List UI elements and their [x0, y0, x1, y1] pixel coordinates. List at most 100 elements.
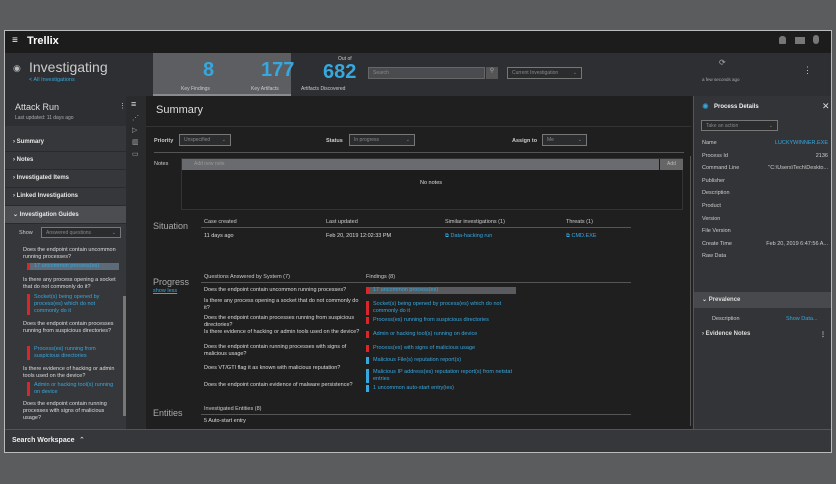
columns-icon[interactable]: ▥ — [132, 138, 139, 146]
question: Does the endpoint contain processes runn… — [204, 315, 355, 328]
search-input[interactable]: Search — [368, 67, 485, 79]
header: ◉ Investigating < All Investigations Sea… — [5, 53, 831, 96]
question: Does VT/GTI flag it as known with malici… — [204, 365, 341, 371]
guide-finding[interactable]: 17 uncommon process(es) — [27, 263, 119, 270]
last-updated: Last updated: 11 days ago — [15, 115, 74, 121]
menu-icon[interactable]: ≡ — [12, 35, 18, 46]
assign-label: Assign to — [512, 138, 538, 144]
graph-icon[interactable]: ⋰ — [132, 114, 139, 122]
view-icons: ≡ ⋰ ▷ ▥ ▭ — [126, 96, 146, 429]
detail-key: Product — [702, 203, 721, 209]
investigation-name: Attack Run — [15, 102, 60, 112]
note-input[interactable]: Add new note — [182, 159, 659, 170]
add-note-button[interactable]: Add — [660, 159, 683, 170]
guide-finding[interactable]: Socket(s) being opened by process(es) wh… — [27, 294, 119, 315]
chevron-up-icon[interactable]: ⌃ — [79, 436, 85, 444]
finding[interactable]: Malicious File(s) reputation report(s) — [366, 357, 516, 364]
close-icon[interactable]: ✕ — [822, 101, 830, 112]
guide-finding[interactable]: Admin or hacking tool(s) running on devi… — [27, 382, 119, 396]
detail-key: Description — [702, 190, 730, 197]
refresh-icon[interactable]: ⟳ — [719, 58, 726, 67]
finding[interactable]: 17 uncommon process(es) — [366, 287, 516, 294]
detail-value[interactable]: LUCKYWINNER.EXE — [775, 140, 828, 146]
search-workspace-bar[interactable]: Search Workspace ⌃ — [5, 429, 831, 452]
entity-row[interactable]: 5 Auto-start entry — [204, 418, 246, 424]
guide-question[interactable]: Is there evidence of hacking or admin to… — [23, 366, 123, 380]
finding[interactable]: Admin or hacking tool(s) running on devi… — [366, 331, 516, 338]
more-icon[interactable]: ⋮ — [803, 65, 812, 76]
guide-question[interactable]: Does the endpoint contain running proces… — [23, 401, 123, 422]
detail-row: Create Time Feb 20, 2019 6:47:56 A... — [702, 241, 828, 247]
detail-row: Version — [702, 216, 828, 222]
case-created-header: Case created — [204, 219, 237, 225]
show-less-link[interactable]: show less — [153, 288, 177, 294]
situation-title: Situation — [153, 221, 189, 231]
guide-question[interactable]: Is there any process opening a socket th… — [23, 277, 123, 291]
scope-select[interactable]: Current Investigation ⌄ — [507, 67, 582, 79]
question: Does the endpoint contain evidence of ma… — [204, 382, 353, 388]
page-title: Investigating — [29, 59, 108, 75]
guide-question[interactable]: Does the endpoint contain processes runn… — [23, 321, 123, 335]
similar-link[interactable]: ⧉ Data-hacking run — [445, 233, 492, 240]
search-icon[interactable]: ⚲ — [486, 67, 498, 79]
detail-row: Raw Data — [702, 253, 828, 259]
list-icon[interactable]: ≡ — [131, 99, 136, 109]
section-title: Summary — [156, 104, 204, 116]
guide-question[interactable]: Does the endpoint contain uncommon runni… — [23, 247, 123, 261]
show-label: Show — [19, 230, 33, 236]
gear-icon: ✺ — [702, 102, 709, 111]
more-icon[interactable]: ⋮ — [119, 102, 126, 110]
detail-key: Create Time — [702, 240, 732, 247]
key-artifacts-count[interactable]: 177 — [261, 59, 294, 82]
notes-box: Add new note Add No notes — [181, 158, 683, 210]
findings-header: Findings (8) — [366, 274, 396, 280]
finding[interactable]: Malicious IP address(es) reputation repo… — [366, 369, 516, 383]
user-icon[interactable] — [813, 35, 819, 44]
scrollbar[interactable] — [690, 156, 691, 426]
case-created-value: 11 days ago — [204, 233, 234, 239]
guide-finding[interactable]: Process(es) running from suspicious dire… — [27, 346, 119, 360]
finding[interactable]: Socket(s) being opened by process(es) wh… — [366, 301, 516, 315]
status-select[interactable]: In progress ⌄ — [349, 134, 415, 146]
search-workspace-label: Search Workspace — [12, 437, 75, 444]
last-updated-value: Feb 20, 2019 12:02:33 PM — [326, 233, 392, 239]
finding[interactable]: Process(es) running from suspicious dire… — [366, 317, 516, 324]
action-select[interactable]: Take an action ⌄ — [701, 120, 778, 131]
detail-row: Publisher — [702, 178, 828, 184]
prevalence-section[interactable]: ⌄ Prevalence — [694, 292, 831, 308]
key-findings-count[interactable]: 8 — [203, 59, 214, 82]
finding[interactable]: 1 uncommon auto-start entry(ies) — [366, 385, 516, 392]
bell-icon[interactable] — [779, 36, 786, 44]
window-icon[interactable]: ▭ — [132, 150, 139, 158]
all-investigations-link[interactable]: < All Investigations — [29, 77, 75, 83]
show-select[interactable]: Answered questions ⌄ — [41, 227, 121, 238]
assign-select[interactable]: Me ⌄ — [542, 134, 587, 146]
nav-notes[interactable]: › Notes — [5, 152, 126, 170]
threat-link[interactable]: ⧉ CMD.EXE — [566, 233, 597, 240]
nav-linked-investigations[interactable]: › Linked Investigations — [5, 188, 126, 206]
eye-icon: ◉ — [13, 63, 21, 73]
evidence-notes-section[interactable]: › Evidence Notes ⋮ — [694, 327, 831, 343]
finding[interactable]: Process(es) with signs of malicious usag… — [366, 345, 516, 352]
entities-header: Investigated Entities (8) — [204, 406, 262, 412]
priority-select[interactable]: Unspecified ⌄ — [179, 134, 231, 146]
nav-summary[interactable]: › Summary — [5, 134, 126, 152]
detail-key: Raw Data — [702, 253, 727, 260]
progress-title: Progress — [153, 277, 190, 287]
detail-key: Publisher — [702, 177, 725, 184]
chat-icon[interactable] — [795, 37, 805, 44]
show-data-link[interactable]: Show Data... — [786, 316, 818, 322]
process-details-panel: ✺ Process Details ✕ Take an action ⌄ Name… — [693, 96, 831, 429]
detail-value: 2136 — [815, 152, 828, 159]
nav-investigated-items[interactable]: › Investigated Items — [5, 170, 126, 188]
status-label: Status — [326, 138, 343, 144]
left-sidebar: Attack Run Last updated: 11 days ago ⋮ ›… — [5, 96, 126, 429]
refresh-time: a few seconds ago — [702, 77, 740, 82]
detail-key: Name — [702, 140, 717, 146]
nav-investigation-guides[interactable]: ⌄ Investigation Guides — [5, 206, 126, 224]
tag-icon[interactable]: ▷ — [132, 126, 137, 134]
detail-key: File Version — [702, 228, 731, 235]
similar-header: Similar investigations (1) — [445, 219, 505, 225]
stats-panel: 8 Key Findings 177 Key Artifacts — [153, 53, 294, 96]
threats-header: Threats (1) — [566, 219, 593, 225]
